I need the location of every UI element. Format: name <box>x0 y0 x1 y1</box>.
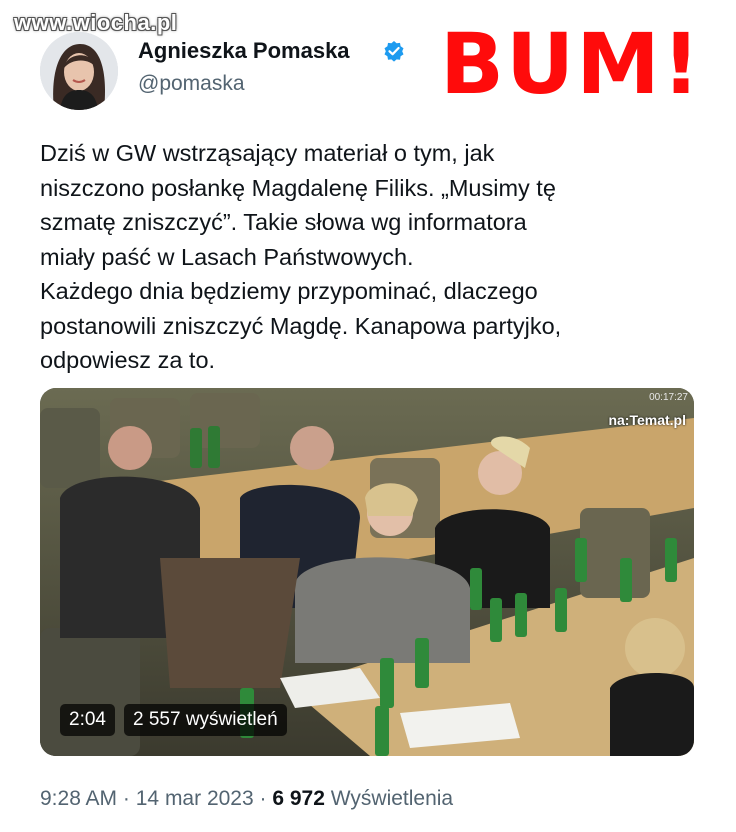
author-handle[interactable]: @pomaska <box>138 72 245 96</box>
meta-separator: · <box>259 787 267 810</box>
video-duration: 2:04 <box>60 704 115 736</box>
tweet-meta: 9:28 AM · 14 mar 2023 · 6 972 Wyświetlen… <box>40 787 453 811</box>
video-player[interactable]: 00:17:27 na:Temat.pl 2:04 2 557 wyświetl… <box>40 388 694 756</box>
meta-separator: · <box>122 787 130 810</box>
tweet-line: Każdego dnia będziemy przypominać, dlacz… <box>40 278 538 304</box>
tweet-time[interactable]: 9:28 AM <box>40 787 117 810</box>
tweet-line: postanowili zniszczyć Magdę. Kanapowa pa… <box>40 312 562 339</box>
tweet-date[interactable]: 14 mar 2023 <box>136 787 254 810</box>
verified-badge-icon <box>383 40 405 62</box>
author-name[interactable]: Agnieszka Pomaska <box>138 38 350 64</box>
views-label: Wyświetlenia <box>330 787 454 810</box>
video-channel-logo: na:Temat.pl <box>608 412 686 428</box>
video-timestamp: 00:17:27 <box>649 392 688 403</box>
views-count: 6 972 <box>272 787 325 810</box>
watermark: www.wiocha.pl <box>14 10 178 35</box>
tweet-line: szmatę zniszczyć”. Takie słowa wg inform… <box>40 209 527 235</box>
avatar[interactable] <box>40 32 118 110</box>
tweet-text: Dziś w GW wstrząsający materiał o tym, j… <box>40 136 700 378</box>
tweet-line: miały paść w Lasach Państwowych. <box>40 243 414 270</box>
avatar-photo <box>40 32 118 110</box>
tweet-line: odpowiesz za to. <box>40 347 216 373</box>
tweet-line: niszczono posłankę Magdalenę Filiks. „Mu… <box>40 174 556 201</box>
video-view-count: 2 557 wyświetleń <box>124 704 287 736</box>
video-frame <box>40 388 694 756</box>
tweet-line: Dziś w GW wstrząsający materiał o tym, j… <box>40 140 495 166</box>
overlay-caption: BUM! <box>440 15 703 113</box>
